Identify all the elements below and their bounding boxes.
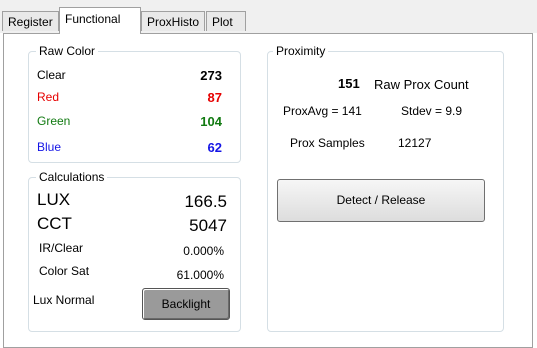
raw-color-group: Raw Color Clear 273 Red 87 Green 104 Blu… (28, 44, 241, 163)
proximity-group: Proximity 151 Raw Prox Count ProxAvg = 1… (267, 44, 504, 332)
colorsat-value: 61.000% (176, 268, 224, 282)
calculations-group: Calculations LUX 166.5 CCT 5047 IR/Clear… (28, 170, 241, 332)
backlight-button[interactable]: Backlight (142, 288, 230, 320)
irclear-label: IR/Clear (39, 241, 84, 255)
functional-panel: Raw Color Clear 273 Red 87 Green 104 Blu… (3, 33, 533, 348)
proximity-title: Proximity (273, 44, 329, 58)
prox-samples-label: Prox Samples (290, 136, 365, 150)
tab-proxhisto[interactable]: ProxHisto (141, 11, 206, 31)
blue-value: 62 (207, 140, 222, 155)
colorsat-label: Color Sat (39, 264, 90, 278)
cct-value: 5047 (189, 216, 227, 235)
green-label: Green (37, 114, 71, 128)
raw-color-title: Raw Color (36, 44, 99, 58)
clear-value: 273 (200, 68, 222, 83)
raw-prox-count-value: 151 (338, 76, 360, 91)
lux-label: LUX (37, 190, 71, 209)
tab-strip: Register Functional ProxHisto Plot (0, 0, 537, 34)
raw-prox-count-label: Raw Prox Count (374, 77, 469, 92)
calculations-title: Calculations (36, 170, 108, 184)
prox-samples-value: 12127 (398, 136, 432, 150)
stdev-readout: Stdev = 9.9 (401, 104, 463, 118)
clear-label: Clear (37, 68, 66, 82)
lux-normal-label: Lux Normal (33, 293, 95, 307)
green-value: 104 (200, 114, 222, 129)
prox-avg-readout: ProxAvg = 141 (283, 104, 362, 118)
tab-functional[interactable]: Functional (59, 7, 141, 34)
lux-value: 166.5 (184, 192, 227, 211)
detect-release-button[interactable]: Detect / Release (277, 179, 485, 222)
red-label: Red (37, 90, 60, 104)
red-value: 87 (207, 90, 222, 105)
tab-plot[interactable]: Plot (206, 11, 246, 31)
blue-label: Blue (37, 140, 62, 154)
cct-label: CCT (37, 214, 72, 233)
tab-register[interactable]: Register (2, 11, 59, 31)
irclear-value: 0.000% (183, 244, 224, 258)
